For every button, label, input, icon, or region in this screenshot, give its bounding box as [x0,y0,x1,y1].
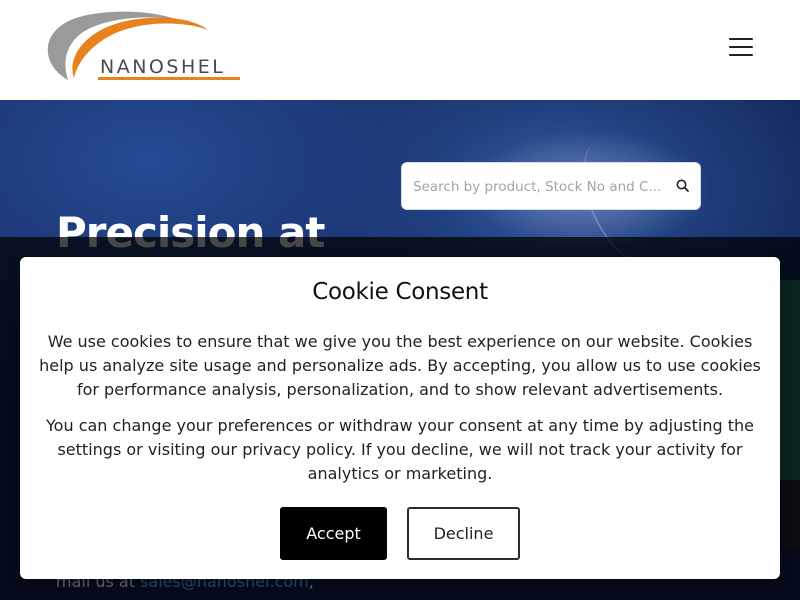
cookie-paragraph-usage: We use cookies to ensure that we give yo… [39,332,761,399]
accept-cookies-button[interactable]: Accept [280,507,387,560]
site-header: NANOSHEL [0,0,800,100]
hamburger-menu-icon[interactable] [729,38,753,60]
search-icon[interactable] [674,177,692,195]
product-search-box [401,162,701,210]
nanoshel-logo[interactable]: NANOSHEL [38,8,243,86]
decline-cookies-button[interactable]: Decline [407,507,520,560]
logo-wordmark: NANOSHEL [100,56,226,78]
product-search-input[interactable] [413,176,668,198]
cookie-dialog-title: Cookie Consent [312,279,488,305]
cookie-consent-dialog: Cookie Consent We use cookies to ensure … [20,257,780,579]
cookie-paragraph-preferences: You can change your preferences or withd… [46,416,754,483]
